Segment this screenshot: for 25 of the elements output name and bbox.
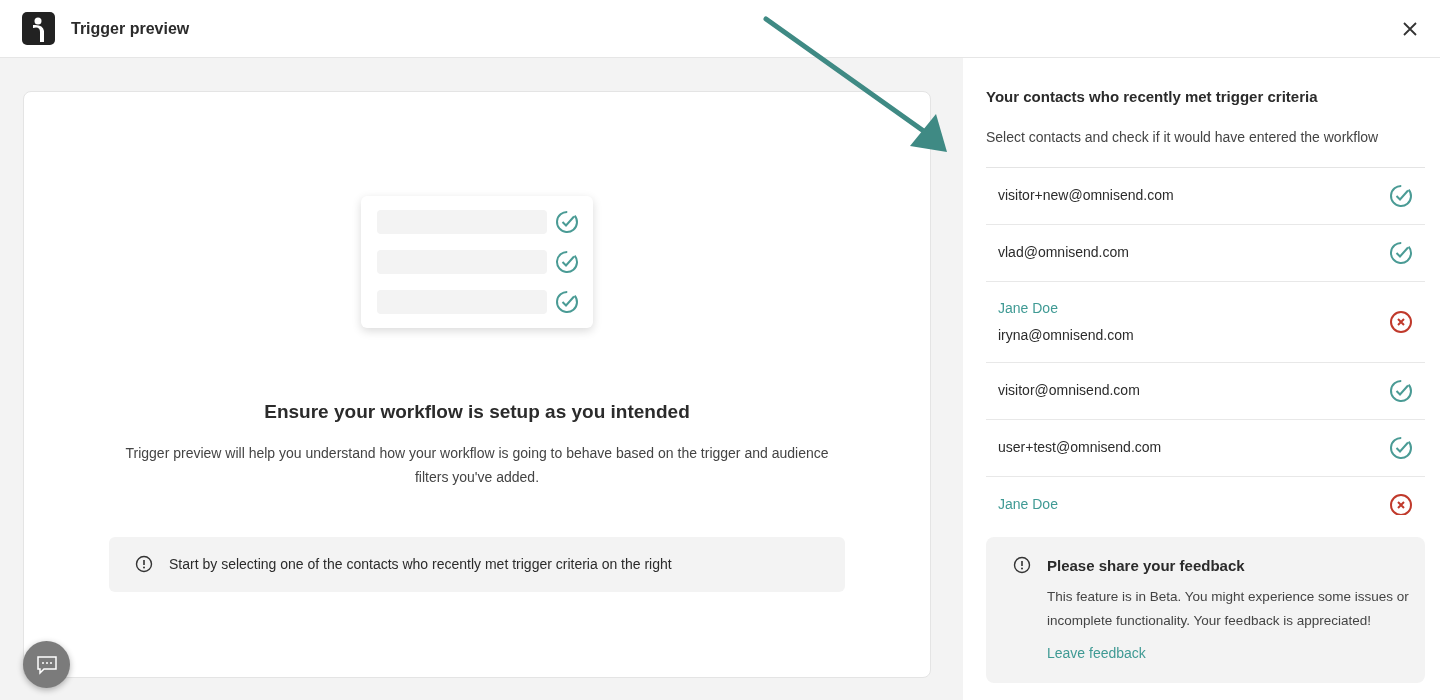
feedback-title: Please share your feedback <box>1047 555 1246 576</box>
contact-name: Jane Doe <box>998 495 1058 514</box>
panel-title: Your contacts who recently met trigger criteria <box>986 87 1319 107</box>
info-icon <box>135 555 153 573</box>
intro-heading: Ensure your workflow is setup as you intended <box>264 400 690 424</box>
app-logo <box>22 12 55 45</box>
contact-row[interactable]: vlad@omnisend.com <box>986 224 1425 282</box>
contact-email: visitor@omnisend.com <box>998 381 1140 400</box>
close-icon[interactable] <box>1402 20 1418 37</box>
contact-row[interactable]: visitor+new@omnisend.com <box>986 167 1425 225</box>
feedback-text: This feature is in Beta. You might experience some issues or incomplete functionality. Your feedback is appreciated! <box>1047 588 1410 630</box>
contact-email: visitor+new@omnisend.com <box>998 186 1174 205</box>
intro-text: Trigger preview will help you understand how your workflow is going to behave based on the trigger and audience filters you've added. <box>124 443 830 487</box>
contact-email: vlad@omnisend.com <box>998 243 1129 262</box>
contact-row[interactable]: user+test@omnisend.com <box>986 419 1425 477</box>
contact-row[interactable]: Jane Doe iryna@omnisend.com <box>986 281 1425 363</box>
contact-email: user+test@omnisend.com <box>998 438 1162 457</box>
hint-text: Start by selecting one of the contacts who recently met trigger criteria on the right <box>169 554 672 574</box>
panel-subtitle: Select contacts and check if it would have entered the workflow <box>986 127 1380 147</box>
contact-row[interactable]: visitor@omnisend.com <box>986 362 1425 420</box>
chat-icon <box>35 654 58 675</box>
contact-name: Jane Doe <box>998 298 1059 318</box>
contact-email: iryna@omnisend.com <box>998 325 1134 345</box>
info-icon <box>1013 555 1031 574</box>
window-title: Trigger preview <box>71 18 190 39</box>
